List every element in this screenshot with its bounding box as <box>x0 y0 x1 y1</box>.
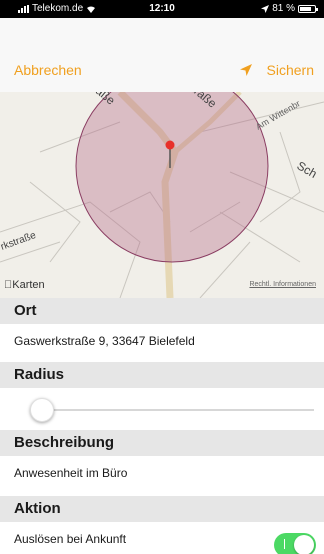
section-header-action: Aktion <box>0 496 324 522</box>
map-view[interactable]: aße straße Am Wittenbr Sch rkstraße Kar… <box>0 92 324 298</box>
map-street-label: rkstraße <box>0 230 38 253</box>
description-value: Anwesenheit im Büro <box>14 466 128 480</box>
action-label: Auslösen bei Ankunft <box>14 532 127 546</box>
location-value: Gaswerkstraße 9, 33647 Bielefeld <box>14 334 195 348</box>
status-right: 81 % <box>261 3 318 14</box>
radius-slider-track[interactable] <box>30 409 314 411</box>
nav-bar: Abbrechen Sichern <box>0 18 324 92</box>
section-header-radius: Radius <box>0 362 324 388</box>
map-street-label: Sch <box>295 158 320 180</box>
cancel-button[interactable]: Abbrechen <box>14 62 82 78</box>
battery-percent: 81 % <box>272 3 295 14</box>
section-header-description: Beschreibung <box>0 430 324 456</box>
trigger-on-arrival-toggle[interactable] <box>274 533 316 554</box>
radius-slider-thumb[interactable] <box>30 398 54 422</box>
location-services-icon <box>261 4 270 13</box>
maps-logo: Karten <box>4 279 45 291</box>
location-cell[interactable]: Gaswerkstraße 9, 33647 Bielefeld <box>0 324 324 360</box>
battery-icon <box>298 4 318 13</box>
section-header-location: Ort <box>0 298 324 324</box>
status-bar: Telekom.de 12:10 81 % <box>0 0 324 18</box>
save-button[interactable]: Sichern <box>267 62 314 78</box>
description-cell[interactable]: Anwesenheit im Büro <box>0 456 324 492</box>
legal-link[interactable]: Rechtl. Informationen <box>249 281 316 288</box>
location-arrow-icon[interactable] <box>239 63 253 77</box>
nav-right-group: Sichern <box>239 62 314 78</box>
map-canvas: aße straße Am Wittenbr Sch rkstraße <box>0 92 324 298</box>
toggle-knob <box>294 535 314 554</box>
map-street-label: Am Wittenbr <box>254 98 302 131</box>
